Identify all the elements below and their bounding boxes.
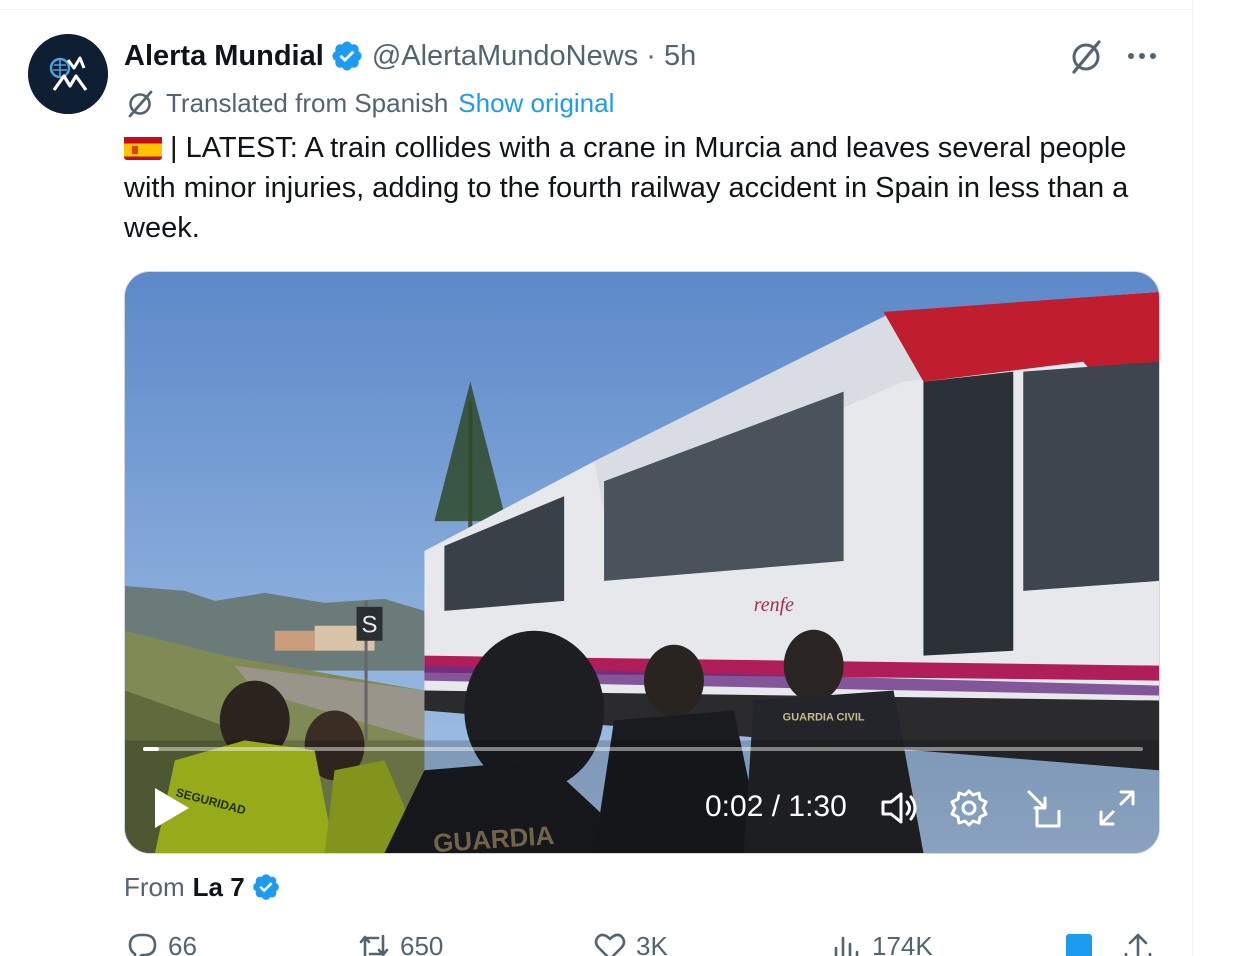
translate-icon: [128, 90, 153, 118]
repost-button[interactable]: 650: [356, 928, 443, 956]
share-icon[interactable]: [1120, 930, 1156, 956]
video-progress-bar[interactable]: [143, 747, 1143, 751]
repost-count: 650: [400, 930, 444, 956]
action-bar: 66 650 3K 174K: [124, 928, 1164, 956]
settings-icon[interactable]: [947, 786, 991, 830]
column-divider: [1192, 0, 1193, 956]
from-label: From: [124, 871, 185, 902]
like-count: 3K: [636, 930, 668, 956]
display-name[interactable]: Alerta Mundial: [124, 40, 324, 73]
like-button[interactable]: 3K: [592, 928, 668, 956]
avatar[interactable]: [28, 34, 108, 114]
tweet-body: | LATEST: A train collides with a crane …: [124, 132, 1129, 244]
translation-notice: Translated from Spanish Show original: [124, 86, 614, 120]
reply-icon: [128, 933, 157, 956]
signal-sign: S: [362, 612, 378, 639]
verified-icon: [332, 41, 362, 71]
views-icon: [834, 936, 859, 956]
more-icon[interactable]: [1122, 36, 1162, 76]
reply-button[interactable]: 66: [124, 928, 197, 956]
renfe-logo: renfe: [754, 594, 794, 616]
source-name[interactable]: La 7: [193, 872, 245, 903]
video-time: 0:02 / 1:30: [705, 790, 847, 823]
like-icon: [594, 933, 626, 956]
translated-label: Translated from Spanish: [166, 87, 449, 118]
views-count: 174K: [872, 930, 933, 956]
top-divider: [0, 0, 1192, 10]
show-original-link[interactable]: Show original: [458, 88, 614, 119]
play-icon[interactable]: [147, 782, 195, 834]
video-player[interactable]: S renfe GUARDIA CIVIL SEGURIDAD GUARDIA: [124, 271, 1160, 854]
repost-icon: [359, 934, 389, 956]
volume-icon[interactable]: [877, 786, 921, 830]
bookmark-icon[interactable]: [1062, 932, 1096, 956]
reply-count: 66: [168, 930, 197, 956]
media-source: From La 7: [124, 870, 281, 904]
tweet-text: | LATEST: A train collides with a crane …: [124, 128, 1164, 248]
views-button[interactable]: 174K: [828, 928, 933, 956]
handle-and-time[interactable]: @AlertaMundoNews · 5h: [372, 40, 696, 73]
flag-spain-icon: [124, 134, 162, 160]
tweet-header: Alerta Mundial @AlertaMundoNews · 5h: [124, 36, 696, 76]
fullscreen-icon[interactable]: [1095, 786, 1139, 830]
guardia-civil-patch: GUARDIA CIVIL: [783, 711, 865, 723]
pip-icon[interactable]: [1023, 786, 1067, 830]
video-progress-fill: [143, 747, 159, 751]
verified-icon: [252, 874, 279, 900]
video-frame: S renfe GUARDIA CIVIL SEGURIDAD GUARDIA: [125, 272, 1159, 853]
grok-icon[interactable]: [1066, 36, 1106, 76]
